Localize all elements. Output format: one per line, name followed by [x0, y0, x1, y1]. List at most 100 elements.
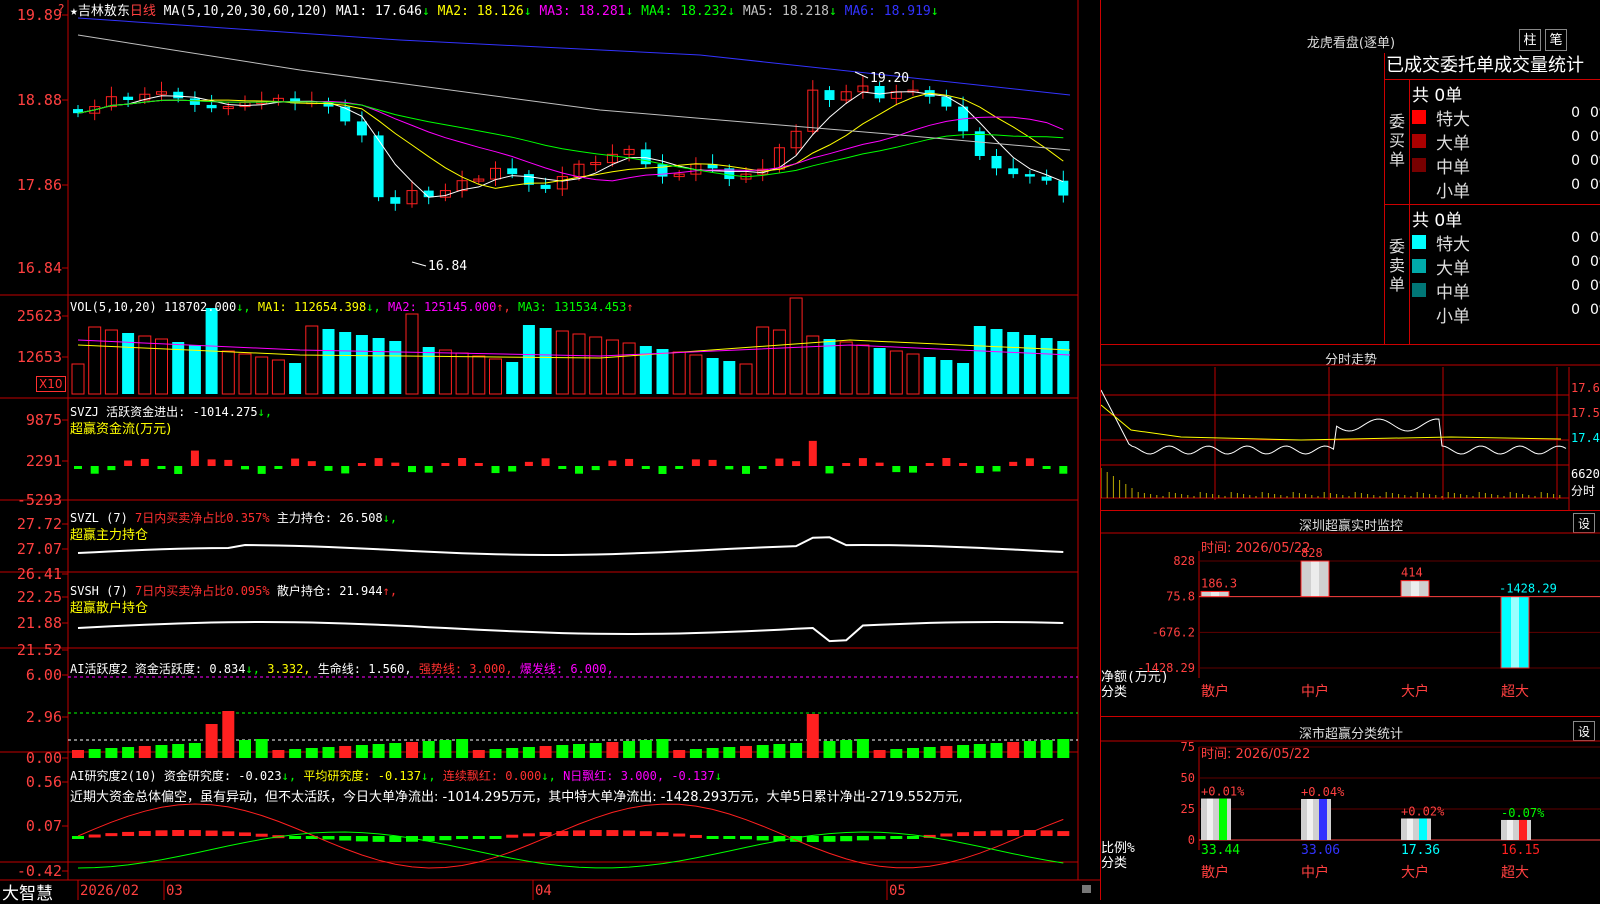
- fund-flow-bar: [424, 466, 433, 473]
- volume-bar-up: [572, 333, 586, 395]
- volume-bar-up: [238, 353, 252, 395]
- sz-class-chart: 75 50 25 0 比例%分类 +0.01% 33.44 散户 +0.04% 33.06 中户 +0…: [1101, 740, 1600, 881]
- bar-mode-button[interactable]: 柱: [1519, 29, 1541, 51]
- fund-flow-bar: [942, 458, 951, 466]
- research-bar: [957, 832, 970, 836]
- fund-flow-bar: [875, 462, 884, 466]
- research-bar: [656, 832, 669, 836]
- order-percent: 0%: [1590, 302, 1600, 318]
- ma-arrow-2: ↓: [523, 4, 532, 19]
- activity-bar: [289, 749, 302, 758]
- activity-bar: [222, 711, 235, 758]
- main-holding-line: [77, 536, 1064, 556]
- fund-flow-bar: [1042, 466, 1051, 469]
- order-size-label: 大单: [1436, 134, 1470, 154]
- activity-bar: [105, 748, 118, 758]
- brand-logo[interactable]: 大智慧: [2, 879, 53, 904]
- legend-swatch: [1412, 307, 1426, 321]
- class-xlabel: 分类: [1101, 856, 1127, 871]
- fund-flow-bar: [858, 458, 867, 466]
- activity-bar: [1007, 742, 1020, 758]
- kline-svg[interactable]: 19.89 18.88 17.86 16.84 25623 12653 9875 2291 -5…: [0, 0, 1100, 900]
- order-count: 0: [1571, 302, 1580, 318]
- buy-label-col: 委买单: [1385, 80, 1410, 204]
- vol-ma1: MA1: 112654.398: [257, 300, 367, 314]
- buy-row: 中单 0 0%: [1412, 153, 1600, 178]
- research-bar: [673, 833, 686, 837]
- intraday-vol-label: 分时: [1571, 484, 1595, 498]
- stock-label[interactable]: ★吉林敖东: [70, 4, 130, 19]
- class-bar-accent: [1419, 818, 1427, 840]
- vol-ma3: MA3: 131534.453: [518, 300, 627, 314]
- help-icon[interactable]: ?: [58, 2, 64, 16]
- monitor-bar-highlight: [1411, 580, 1419, 597]
- svsh-net: 7日内买卖净占比0.095%: [135, 584, 270, 598]
- research-bar: [907, 836, 919, 839]
- monitor-value-label: 186.3: [1201, 576, 1237, 590]
- buy-row: 大单 0 0%: [1412, 129, 1600, 154]
- ma-value-1: MA1: 17.646: [335, 4, 422, 19]
- monitor-ylabel: 净额(万元): [1101, 670, 1169, 685]
- fund-flow-bar: [174, 466, 183, 474]
- activity-bar: [422, 741, 435, 758]
- volume-bar-down: [923, 357, 936, 394]
- order-size-label: 特大: [1436, 235, 1470, 255]
- low-price-label: 16.84: [428, 259, 467, 274]
- activity-bar: [205, 724, 218, 758]
- fund-flow-bar: [274, 466, 283, 469]
- intraday-chart[interactable]: 17.62 17.52 17.42 6620 分时: [1101, 345, 1600, 511]
- ma-arrow-6: ↓: [930, 4, 939, 19]
- research-bar: [289, 836, 302, 839]
- activity-bar: [706, 748, 719, 758]
- monitor-bar-highlight: [1211, 591, 1219, 597]
- svzj-text: 活跃资金进出: -1014.275: [106, 405, 258, 419]
- order-percent: 0%: [1590, 278, 1600, 294]
- activity-bar: [606, 742, 619, 758]
- class-change-label: +0.04%: [1301, 785, 1345, 799]
- svzl-title: SVZL (7): [70, 511, 128, 525]
- ma-value-3: MA3: 18.281: [539, 4, 626, 19]
- order-size-label: 小单: [1436, 182, 1470, 202]
- order-size-label: 大单: [1436, 259, 1470, 279]
- intraday-panel[interactable]: 分时走势 17.6217.5217.426620分时: [1101, 345, 1600, 511]
- kline-chart-area[interactable]: 19.89 18.88 17.86 16.84 25623 12653 9875 2291 -5…: [0, 0, 1100, 904]
- class-bar-2: [1401, 818, 1431, 840]
- tick-mode-button[interactable]: 笔: [1545, 29, 1567, 51]
- activity-bar: [990, 743, 1003, 758]
- research-bar: [706, 836, 719, 839]
- ma-value-4: MA4: 18.232: [641, 4, 728, 19]
- monitor-bar-1: [1300, 560, 1330, 598]
- vol-unit-badge[interactable]: X10: [36, 376, 66, 392]
- class-value-label: 17.36: [1401, 843, 1440, 858]
- fund-flow-bar: [608, 460, 617, 466]
- fund-flow-bar: [391, 462, 400, 466]
- candle-body-down: [824, 90, 835, 100]
- y-axis-tick: 0.07: [26, 817, 62, 835]
- activity-bar: [305, 748, 318, 758]
- longhu-tabs[interactable]: 已成交委托单成交量统计: [1385, 53, 1600, 80]
- date-axis-label: 03: [166, 883, 183, 899]
- ma-value-6: MA6: 18.919: [844, 4, 931, 19]
- ai-research-red: 连续飘红: 0.000: [442, 769, 542, 783]
- ai-research-avg: 平均研究度: -0.137: [303, 769, 422, 783]
- period-label[interactable]: 日线: [130, 4, 156, 19]
- fund-flow-bar: [124, 460, 133, 466]
- candle-body-down: [874, 86, 885, 99]
- volume-bar-up: [889, 350, 903, 395]
- volume-bar-down: [289, 363, 302, 394]
- fund-flow-bar: [441, 463, 450, 466]
- ai-active-life: 生命线: 1.560,: [317, 662, 412, 676]
- ai-research-header: AI研究度2(10) 资金研究度: -0.023↓, 平均研究度: -0.137…: [70, 769, 722, 783]
- research-bar: [1057, 831, 1070, 836]
- research-bar: [573, 830, 585, 836]
- fund-flow-bar: [458, 458, 467, 466]
- activity-bar: [840, 740, 853, 758]
- candle-body-down: [1024, 174, 1035, 177]
- volume-bar-down: [1023, 335, 1036, 394]
- legend-swatch: [1412, 235, 1426, 249]
- activity-bar: [907, 748, 919, 758]
- y-axis-tick: 6.00: [26, 666, 62, 684]
- fund-flow-bar: [257, 466, 266, 474]
- vol-header: VOL(5,10,20) 118702.000↓, MA1: 112654.39…: [70, 300, 634, 314]
- fund-flow-bar: [1059, 466, 1068, 474]
